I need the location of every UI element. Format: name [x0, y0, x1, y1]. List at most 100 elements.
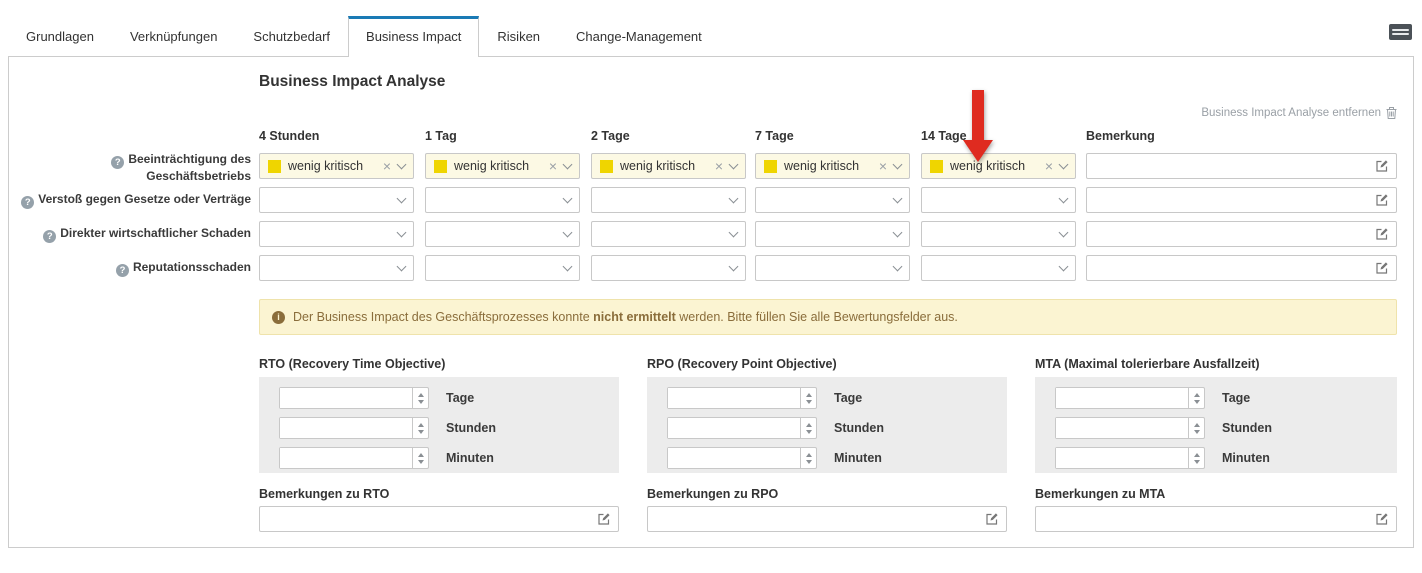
edit-icon[interactable]: [1375, 159, 1389, 173]
spinner-arrows[interactable]: [800, 418, 816, 438]
tab-business-impact[interactable]: Business Impact: [348, 16, 479, 57]
rating-dropdown[interactable]: [921, 221, 1076, 247]
duration-input[interactable]: [280, 448, 412, 468]
spinner-down-icon[interactable]: [418, 430, 424, 434]
rating-dropdown[interactable]: wenig kritisch×: [591, 153, 746, 179]
clear-icon[interactable]: ×: [1045, 159, 1053, 173]
spinner-up-icon[interactable]: [806, 453, 812, 457]
tab-change-management[interactable]: Change-Management: [558, 16, 720, 57]
spinner-arrows[interactable]: [412, 418, 428, 438]
tab-verknuepfungen[interactable]: Verknüpfungen: [112, 16, 235, 57]
rating-dropdown[interactable]: [259, 187, 414, 213]
spinner-up-icon[interactable]: [418, 393, 424, 397]
spinner-up-icon[interactable]: [418, 453, 424, 457]
spinner-down-icon[interactable]: [1194, 430, 1200, 434]
spinner-up-icon[interactable]: [806, 423, 812, 427]
spinner-up-icon[interactable]: [1194, 423, 1200, 427]
rating-dropdown[interactable]: [259, 255, 414, 281]
tab-risiken[interactable]: Risiken: [479, 16, 558, 57]
duration-input[interactable]: [1056, 388, 1188, 408]
spinner-arrows[interactable]: [800, 448, 816, 468]
duration-box: Tage Stunden Minuten: [647, 377, 1007, 473]
rating-dropdown[interactable]: [921, 255, 1076, 281]
rating-dropdown[interactable]: [755, 187, 910, 213]
banner-text: Der Business Impact des Geschäftsprozess…: [293, 310, 958, 324]
edit-icon[interactable]: [597, 512, 611, 526]
spinner-arrows[interactable]: [1188, 448, 1204, 468]
rating-dropdown[interactable]: [591, 221, 746, 247]
spinner-down-icon[interactable]: [1194, 400, 1200, 404]
rating-dropdown[interactable]: [755, 221, 910, 247]
rating-dropdown[interactable]: [591, 187, 746, 213]
rating-dropdown[interactable]: [591, 255, 746, 281]
chevron-down-icon: [729, 159, 739, 169]
rating-dropdown[interactable]: [755, 255, 910, 281]
spinner-down-icon[interactable]: [1194, 460, 1200, 464]
edit-icon[interactable]: [985, 512, 999, 526]
edit-icon[interactable]: [1375, 261, 1389, 275]
duration-spinner: [1055, 387, 1205, 409]
spinner-down-icon[interactable]: [806, 430, 812, 434]
remark-input[interactable]: [655, 512, 985, 526]
duration-spinner: [667, 447, 817, 469]
duration-input[interactable]: [668, 418, 800, 438]
help-icon[interactable]: ?: [43, 230, 56, 243]
spinner-down-icon[interactable]: [418, 400, 424, 404]
rating-dropdown[interactable]: [425, 255, 580, 281]
remark-input[interactable]: [267, 512, 597, 526]
clear-icon[interactable]: ×: [549, 159, 557, 173]
tab-schutzbedarf[interactable]: Schutzbedarf: [235, 16, 348, 57]
remark-input[interactable]: [1043, 512, 1375, 526]
spinner-up-icon[interactable]: [806, 393, 812, 397]
remark-input[interactable]: [1094, 261, 1375, 275]
row-label-text: Direkter wirtschaftlicher Schaden: [60, 226, 251, 240]
duration-input[interactable]: [280, 388, 412, 408]
spinner-up-icon[interactable]: [418, 423, 424, 427]
duration-input[interactable]: [1056, 448, 1188, 468]
rating-dropdown[interactable]: wenig kritisch×: [921, 153, 1076, 179]
remark-input[interactable]: [1094, 193, 1375, 207]
rating-dropdown[interactable]: wenig kritisch×: [259, 153, 414, 179]
rating-dropdown[interactable]: [425, 221, 580, 247]
spinner-arrows[interactable]: [412, 448, 428, 468]
spinner-arrows[interactable]: [800, 388, 816, 408]
rating-dropdown[interactable]: wenig kritisch×: [425, 153, 580, 179]
rating-dropdown[interactable]: [921, 187, 1076, 213]
spinner-down-icon[interactable]: [806, 460, 812, 464]
clear-icon[interactable]: ×: [715, 159, 723, 173]
remark-input[interactable]: [1094, 159, 1375, 173]
rating-dropdown[interactable]: wenig kritisch×: [755, 153, 910, 179]
clear-icon[interactable]: ×: [383, 159, 391, 173]
rto-section: RTO (Recovery Time Objective) Tage Stund…: [259, 357, 619, 532]
rating-dropdown[interactable]: [425, 187, 580, 213]
duration-input[interactable]: [668, 448, 800, 468]
chevron-down-icon: [729, 227, 739, 237]
tab-grundlagen[interactable]: Grundlagen: [8, 16, 112, 57]
duration-input[interactable]: [1056, 418, 1188, 438]
spinner-up-icon[interactable]: [1194, 453, 1200, 457]
edit-icon[interactable]: [1375, 512, 1389, 526]
remove-bia-link[interactable]: Business Impact Analyse entfernen: [1201, 107, 1397, 119]
spinner-arrows[interactable]: [1188, 388, 1204, 408]
spinner-down-icon[interactable]: [418, 460, 424, 464]
chevron-down-icon: [397, 193, 407, 203]
spinner-down-icon[interactable]: [806, 400, 812, 404]
edit-icon[interactable]: [1375, 193, 1389, 207]
chevron-down-icon: [893, 227, 903, 237]
rpo-section: RPO (Recovery Point Objective) Tage Stun…: [647, 357, 1007, 532]
help-icon[interactable]: ?: [21, 196, 34, 209]
remark-input[interactable]: [1094, 227, 1375, 241]
rating-color-swatch: [764, 160, 777, 173]
spinner-arrows[interactable]: [1188, 418, 1204, 438]
help-icon[interactable]: ?: [111, 156, 124, 169]
spinner-up-icon[interactable]: [1194, 393, 1200, 397]
edit-icon[interactable]: [1375, 227, 1389, 241]
duration-spinner: [667, 417, 817, 439]
duration-input[interactable]: [280, 418, 412, 438]
duration-spinner: [667, 387, 817, 409]
spinner-arrows[interactable]: [412, 388, 428, 408]
clear-icon[interactable]: ×: [879, 159, 887, 173]
duration-input[interactable]: [668, 388, 800, 408]
help-icon[interactable]: ?: [116, 264, 129, 277]
rating-dropdown[interactable]: [259, 221, 414, 247]
